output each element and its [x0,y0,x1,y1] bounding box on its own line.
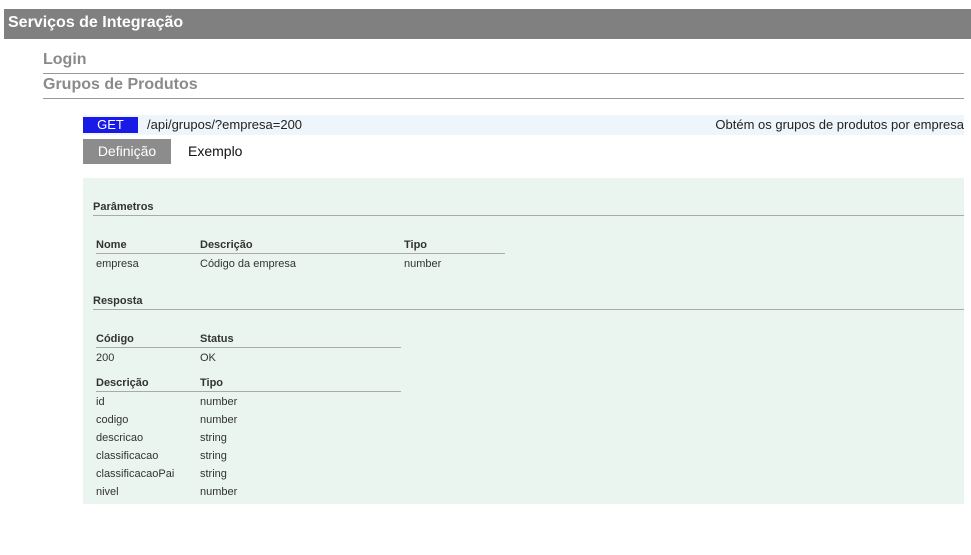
param-tipo: number [404,258,442,270]
section-login-label[interactable]: Login [43,51,87,68]
field-name: classificacaoPai [96,468,175,480]
param-descricao: Código da empresa [200,258,297,270]
field-type: string [200,432,227,444]
resp-status: OK [200,352,216,364]
resposta-title: Resposta [93,294,964,310]
field-name: descricao [96,432,144,444]
http-method-badge: GET [83,117,138,133]
field-col-descricao: Descrição [96,377,200,392]
section-grupos-de-produtos[interactable]: Grupos de Produtos [43,74,964,99]
page-title: Serviços de Integração [8,14,184,31]
field-name: nivel [96,486,119,498]
parametros-title: Parâmetros [93,200,964,216]
resp-codigo: 200 [96,352,115,364]
section-grupos-label[interactable]: Grupos de Produtos [43,76,198,93]
field-type: string [200,468,227,480]
field-type: string [200,450,227,462]
endpoint-bar[interactable]: GET /api/grupos/?empresa=200 Obtém os gr… [83,115,964,135]
field-name: id [96,396,105,408]
field-name: codigo [96,414,129,426]
section-login[interactable]: Login [43,49,964,74]
field-col-tipo: Tipo [200,377,401,392]
param-col-nome: Nome [96,239,200,254]
field-name: classificacao [96,450,159,462]
param-nome: empresa [96,258,139,270]
field-type: number [200,396,238,408]
resp-col-status: Status [200,333,401,348]
definition-panel: Parâmetros Nome Descrição Tipo empresa C… [83,178,964,504]
resp-col-codigo: Código [96,333,200,348]
param-col-tipo: Tipo [404,239,505,254]
tab-definicao[interactable]: Definição [83,139,171,164]
endpoint-path[interactable]: /api/grupos/?empresa=200 [147,115,302,135]
tab-exemplo[interactable]: Exemplo [188,139,242,164]
endpoint-summary: Obtém os grupos de produtos por empresa [715,117,964,132]
field-type: number [200,414,238,426]
field-type: number [200,486,238,498]
param-col-descricao: Descrição [200,239,404,254]
page-header: Serviços de Integração [4,9,971,39]
